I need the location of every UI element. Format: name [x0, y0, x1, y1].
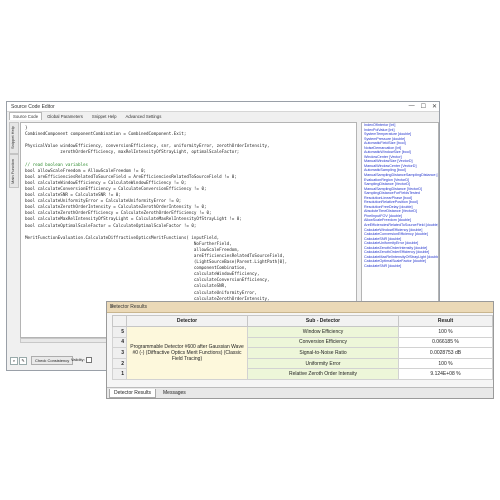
code-line[interactable]: zerothOrderEfficiency, maxRelIntensityOf… [25, 149, 239, 154]
code-line[interactable]: calculateWindowEfficiency, [25, 271, 260, 276]
code-line[interactable]: bool calculateUniformityError = Calculat… [25, 198, 181, 203]
row-number: 2 [112, 357, 127, 370]
code-text[interactable]: } CombinedComponent componentCombination… [25, 125, 287, 320]
code-line[interactable]: areEfficienciesRelatedToSourceField, [25, 253, 285, 258]
sub-detector-header[interactable]: Sub - Detector [247, 315, 399, 327]
tab-advanced-settings[interactable]: Advanced Settings [122, 112, 166, 120]
side-tabs: Snippet Help Main Function [8, 122, 19, 188]
code-line[interactable]: componentCombination, [25, 265, 247, 270]
sub-detector-cell: Window Efficiency [247, 326, 399, 338]
result-cell: 0.0028753 dB [398, 347, 493, 359]
window-title: Source Code Editor [11, 104, 55, 110]
code-line[interactable]: } [25, 125, 28, 130]
detector-results-title-bar: Detector Results ✕ [107, 302, 493, 313]
row-number: 5 [112, 326, 127, 338]
validity-box[interactable] [85, 357, 92, 363]
side-tab-main-function[interactable]: Main Function [9, 154, 19, 188]
edit-icon[interactable]: ✎ [19, 357, 27, 365]
code-line[interactable]: bool calculateConversionEfficiency = Cal… [25, 186, 207, 191]
code-line[interactable]: bool areEfficienciesRelatedToSourceField… [25, 174, 237, 179]
code-line[interactable]: bool allowScaleFreedom = AllowScaleFreed… [25, 168, 146, 173]
result-cell: 0.066185 % [398, 336, 493, 349]
check-consistency-button[interactable]: Check Consistency [31, 356, 74, 365]
row-number: 4 [112, 336, 127, 349]
search-icon[interactable]: ⌕ [10, 357, 18, 365]
row-number: 3 [112, 347, 127, 359]
sub-detector-cell: Relative Zeroth Order Intensity [247, 368, 399, 380]
tab-detector-results[interactable]: Detector Results [109, 389, 156, 398]
list-item[interactable]: ManualSamplingDistanceSamplingDistance [… [362, 173, 438, 178]
row-number-header [112, 315, 127, 327]
code-line[interactable]: allowScaleFreedom, [25, 247, 239, 252]
validity-checkbox[interactable]: Validity: [71, 357, 92, 363]
code-line[interactable]: (LightSourceBase)Parent.LightPath[0], [25, 259, 287, 264]
result-header[interactable]: Result [398, 315, 493, 327]
results-tabs: Detector Results Messages [107, 387, 493, 398]
tab-source-code[interactable]: Source Code [9, 112, 43, 120]
result-cell: 100 % [398, 357, 493, 370]
code-line[interactable]: PhysicalValue windowEfficiency, conversi… [25, 143, 270, 148]
code-line[interactable]: bool calculateOptimalScaleFactor = Calcu… [25, 223, 196, 228]
results-table: Detector Sub - Detector Result 5 Program… [112, 315, 493, 380]
code-line[interactable]: MeritFunctionEvaluation.CalculateDiffrac… [25, 235, 219, 240]
row-number: 1 [112, 368, 127, 380]
maximize-icon[interactable]: ☐ [421, 103, 426, 110]
code-line[interactable]: calculateUniformityError, [25, 290, 257, 295]
side-tab-snippet-help[interactable]: Snippet Help [9, 122, 19, 154]
sub-detector-cell: Conversion Efficiency [247, 336, 399, 349]
code-line[interactable]: // read boolean variables [25, 162, 88, 167]
code-line[interactable]: bool calculateZerothOrderEfficiency = Ca… [25, 210, 212, 215]
editor-tabs: Source Code Global Parameters Snippet He… [7, 112, 439, 120]
code-line[interactable]: CombinedComponent componentCombination =… [25, 131, 186, 136]
sub-detector-cell: Uniformity Error [247, 357, 399, 370]
sub-detector-cell: Signal-to-Noise Ratio [247, 347, 399, 359]
table-row[interactable]: 5 Programmable Detector #600 after Gauss… [112, 326, 493, 380]
result-cell: 9.124E+08 % [398, 368, 493, 380]
detector-header[interactable]: Detector [126, 315, 248, 327]
code-line[interactable]: bool calculateWindowEfficiency = Calcula… [25, 180, 186, 185]
minimize-icon[interactable]: — [409, 103, 415, 110]
close-icon[interactable]: ✕ [432, 103, 437, 110]
code-line[interactable]: bool calculateMaxRelIntensityOfStrayLigh… [25, 216, 242, 221]
code-line[interactable]: NoFurtherField, [25, 241, 232, 246]
code-line[interactable]: calculateSNR, [25, 283, 227, 288]
close-icon[interactable]: ✕ [110, 304, 490, 310]
code-line[interactable]: calculateConversionEfficiency, [25, 277, 270, 282]
title-bar: Source Code Editor — ☐ ✕ [7, 102, 439, 112]
tab-messages[interactable]: Messages [159, 389, 190, 397]
validity-label: Validity: [71, 357, 85, 363]
code-line[interactable]: calculateZerothOrderIntensity, [25, 296, 270, 301]
list-item[interactable]: CalculateConversionEfficiency [double] [362, 232, 438, 237]
tab-global-parameters[interactable]: Global Parameters [43, 112, 87, 120]
code-line[interactable]: bool calculateSNR = CalculateSNR != 0; [25, 192, 121, 197]
code-line[interactable]: bool calculateZerothOrderIntensity = Cal… [25, 204, 207, 209]
tab-snippet-help[interactable]: Snippet Help [88, 112, 121, 120]
detector-results-panel: Detector Results ✕ Detector Sub - Detect… [106, 301, 494, 399]
result-cell: 100 % [398, 326, 493, 338]
detector-name-cell: Programmable Detector #600 after Gaussia… [126, 326, 248, 380]
list-item[interactable]: CalculateSNR [double] [362, 264, 438, 269]
list-item[interactable]: AreEfficienciesRelatedToSourceField [dou… [362, 223, 438, 228]
